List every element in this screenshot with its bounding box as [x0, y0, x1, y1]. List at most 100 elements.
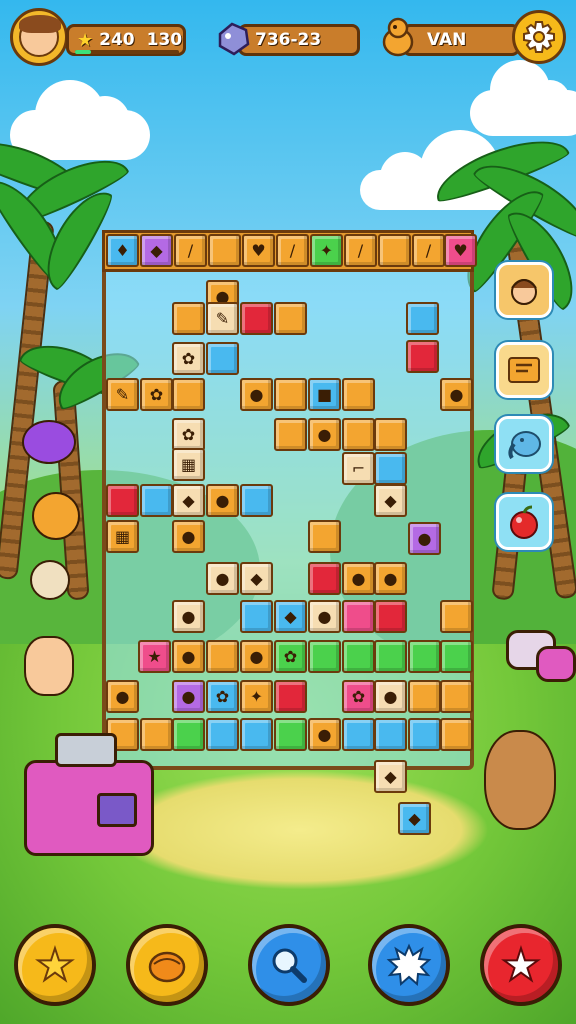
- puzzle-tile[interactable]: ●: [240, 640, 273, 673]
- puzzle-tile[interactable]: [342, 640, 375, 673]
- puzzle-tile[interactable]: ♥: [444, 234, 477, 267]
- puzzle-tile[interactable]: ●: [172, 680, 205, 713]
- puzzle-tile[interactable]: [374, 452, 407, 485]
- puzzle-tile[interactable]: /: [412, 234, 445, 267]
- puzzle-tile[interactable]: ⌐: [342, 452, 375, 485]
- puzzle-tile[interactable]: ●: [172, 640, 205, 673]
- puzzle-tile[interactable]: ●: [440, 378, 473, 411]
- puzzle-tile[interactable]: ♦: [106, 234, 139, 267]
- puzzle-tile[interactable]: [406, 302, 439, 335]
- puzzle-tile[interactable]: [206, 342, 239, 375]
- puzzle-tile[interactable]: ■: [308, 378, 341, 411]
- puzzle-tile[interactable]: ♥: [242, 234, 275, 267]
- puzzle-tile[interactable]: [140, 718, 173, 751]
- player-avatar[interactable]: [10, 8, 68, 66]
- puzzle-tile[interactable]: /: [344, 234, 377, 267]
- puzzle-tile[interactable]: [408, 680, 441, 713]
- puzzle-tile[interactable]: ◆: [140, 234, 173, 267]
- puzzle-tile[interactable]: [240, 302, 273, 335]
- puzzle-tile[interactable]: [406, 340, 439, 373]
- puzzle-tile[interactable]: [274, 302, 307, 335]
- puzzle-tile[interactable]: [342, 418, 375, 451]
- search-button[interactable]: [248, 924, 330, 1006]
- settings-button[interactable]: [512, 10, 566, 64]
- puzzle-tile[interactable]: [274, 718, 307, 751]
- puzzle-tile[interactable]: [378, 234, 411, 267]
- puzzle-tile[interactable]: [172, 302, 205, 335]
- puzzle-tile[interactable]: /: [276, 234, 309, 267]
- puzzle-tile[interactable]: ✦: [310, 234, 343, 267]
- puzzle-tile[interactable]: [342, 600, 375, 633]
- apple-side-button[interactable]: [496, 494, 552, 550]
- puzzle-tile[interactable]: ✿: [342, 680, 375, 713]
- puzzle-tile[interactable]: ✿: [140, 378, 173, 411]
- puzzle-tile[interactable]: [342, 718, 375, 751]
- puzzle-tile[interactable]: [240, 718, 273, 751]
- puzzle-tile[interactable]: ✿: [274, 640, 307, 673]
- puzzle-tile[interactable]: [274, 378, 307, 411]
- puzzle-tile[interactable]: [440, 600, 473, 633]
- puzzle-tile[interactable]: [308, 520, 341, 553]
- puzzle-tile[interactable]: ▦: [172, 448, 205, 481]
- puzzle-tile[interactable]: ✿: [206, 680, 239, 713]
- puzzle-tile[interactable]: [274, 418, 307, 451]
- puzzle-tile[interactable]: [374, 718, 407, 751]
- character-side-button[interactable]: [496, 262, 552, 318]
- puzzle-tile[interactable]: ✿: [172, 342, 205, 375]
- puzzle-tile[interactable]: ●: [374, 562, 407, 595]
- puzzle-tile[interactable]: [440, 640, 473, 673]
- puzzle-tile[interactable]: [308, 640, 341, 673]
- puzzle-tile[interactable]: [408, 718, 441, 751]
- puzzle-tile[interactable]: ●: [106, 680, 139, 713]
- puzzle-tile[interactable]: [140, 484, 173, 517]
- puzzle-tile[interactable]: ●: [240, 378, 273, 411]
- puzzle-tile[interactable]: [374, 640, 407, 673]
- puzzle-tile[interactable]: [408, 640, 441, 673]
- puzzle-tile[interactable]: ◆: [374, 484, 407, 517]
- puzzle-tile[interactable]: [240, 600, 273, 633]
- puzzle-tile[interactable]: ◆: [240, 562, 273, 595]
- puzzle-tile[interactable]: [208, 234, 241, 267]
- puzzle-tile[interactable]: ●: [308, 600, 341, 633]
- puzzle-tile[interactable]: [106, 484, 139, 517]
- puzzle-tile[interactable]: ✎: [106, 378, 139, 411]
- elephant-side-button[interactable]: [496, 416, 552, 472]
- puzzle-tile[interactable]: [308, 562, 341, 595]
- puzzle-tile[interactable]: [206, 640, 239, 673]
- puzzle-tile[interactable]: ◆: [374, 760, 407, 793]
- puzzle-tile[interactable]: [274, 680, 307, 713]
- puzzle-tile[interactable]: [440, 718, 473, 751]
- puzzle-tile[interactable]: [440, 680, 473, 713]
- puzzle-tile[interactable]: [172, 718, 205, 751]
- puzzle-tile[interactable]: ●: [308, 718, 341, 751]
- puzzle-tile[interactable]: ●: [172, 520, 205, 553]
- block-side-button[interactable]: [496, 342, 552, 398]
- puzzle-tile[interactable]: [172, 378, 205, 411]
- puzzle-tile[interactable]: ✿: [172, 418, 205, 451]
- puzzle-tile[interactable]: ●: [374, 680, 407, 713]
- puzzle-tile[interactable]: ◆: [172, 484, 205, 517]
- puzzle-tile[interactable]: ✎: [206, 302, 239, 335]
- puzzle-tile[interactable]: [206, 718, 239, 751]
- puzzle-tile[interactable]: ◆: [398, 802, 431, 835]
- puzzle-tile[interactable]: ●: [206, 562, 239, 595]
- puzzle-tile[interactable]: ●: [172, 600, 205, 633]
- puzzle-tile[interactable]: [342, 378, 375, 411]
- puzzle-tile[interactable]: ●: [408, 522, 441, 555]
- puzzle-tile[interactable]: ◆: [274, 600, 307, 633]
- red-star-button[interactable]: ★: [480, 924, 562, 1006]
- puzzle-tile[interactable]: ●: [308, 418, 341, 451]
- puzzle-tile[interactable]: [374, 418, 407, 451]
- puzzle-tile[interactable]: ●: [342, 562, 375, 595]
- puzzle-tile[interactable]: [240, 484, 273, 517]
- puzzle-tile[interactable]: ✦: [240, 680, 273, 713]
- splash-button[interactable]: [368, 924, 450, 1006]
- acorn-button[interactable]: [126, 924, 208, 1006]
- tile-symbol-icon: /: [187, 241, 194, 260]
- puzzle-tile[interactable]: [374, 600, 407, 633]
- star-button[interactable]: ★: [14, 924, 96, 1006]
- puzzle-tile[interactable]: ★: [138, 640, 171, 673]
- puzzle-tile[interactable]: ▦: [106, 520, 139, 553]
- puzzle-tile[interactable]: /: [174, 234, 207, 267]
- puzzle-tile[interactable]: ●: [206, 484, 239, 517]
